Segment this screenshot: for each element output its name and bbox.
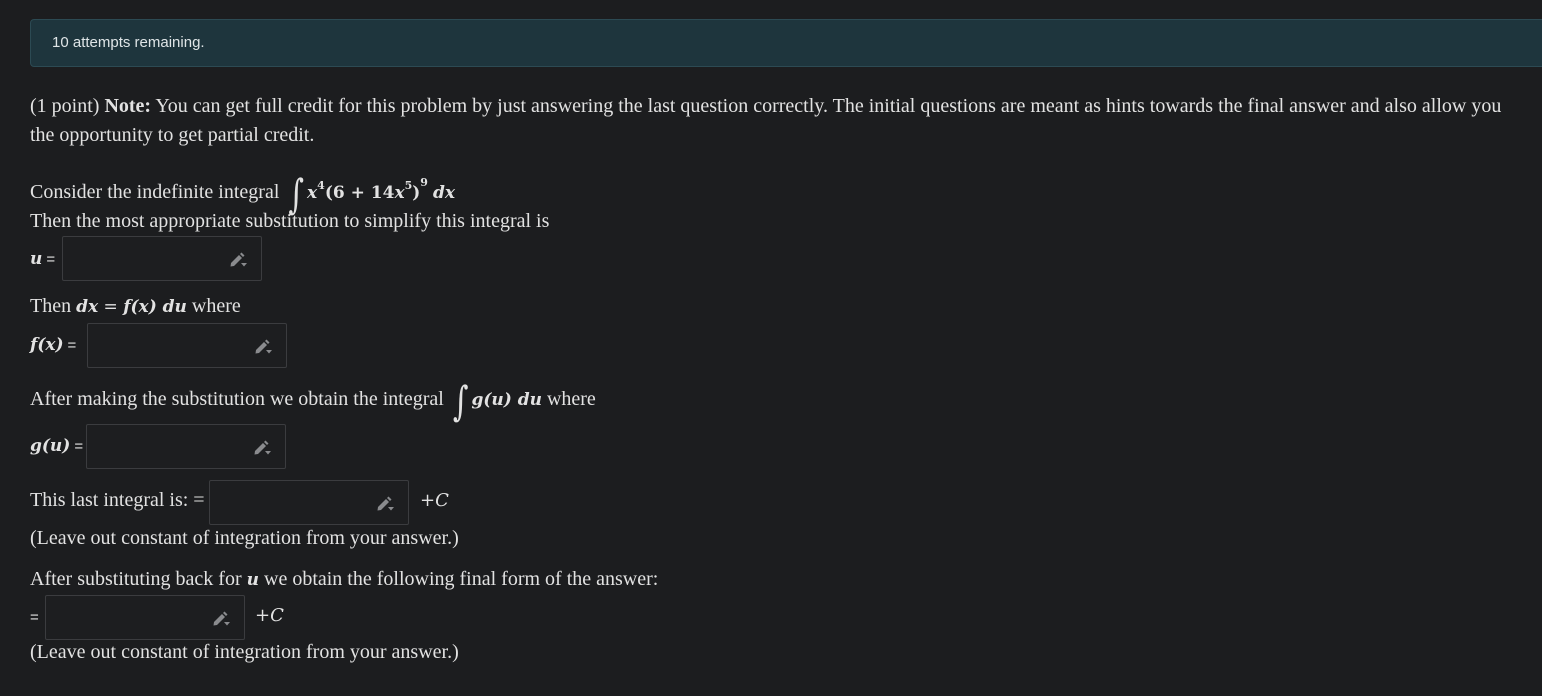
u-field-label: u = <box>30 248 55 271</box>
substitute-back-statement: After substituting back for u we obtain … <box>30 565 658 594</box>
last-integral-label: This last integral is: = <box>30 486 205 514</box>
fx-answer-input[interactable] <box>87 323 287 368</box>
gu-label-var: g(u) <box>30 436 71 456</box>
integral-pow4: 4 <box>317 179 325 192</box>
leave-out-note-1: (Leave out constant of integration from … <box>30 524 459 552</box>
pencil-dropdown-icon[interactable] <box>253 337 273 355</box>
integral-pow9: 9 <box>420 176 428 189</box>
pencil-dropdown-icon[interactable] <box>375 494 395 512</box>
leave-out-text-2: (Leave out constant of integration from … <box>30 641 459 663</box>
pencil-dropdown-icon[interactable] <box>211 609 231 627</box>
dx-fx: (x) <box>130 297 157 317</box>
final-answer-input[interactable] <box>45 595 245 640</box>
dx-text-after: where <box>186 295 241 317</box>
dx-lhs: dx <box>76 297 99 317</box>
fx-label-equals: = <box>67 337 77 354</box>
dx-statement: Then dx = f(x) du where <box>30 292 241 321</box>
problem-note-line-2: the opportunity to get partial credit. <box>30 121 314 149</box>
fx-field-label: f(x) = <box>30 334 76 357</box>
integral-x2: x <box>394 183 405 203</box>
integral-sign-icon: ∫ <box>452 378 469 426</box>
integral-intro: Consider the indefinite integral <box>30 181 280 203</box>
after-sub-text: After making the substitution we obtain … <box>30 388 444 410</box>
gu-label-equals: = <box>74 438 84 455</box>
final-label-equals: = <box>30 609 39 626</box>
after-sub-math: g(u) du <box>471 390 542 410</box>
substitute-back-var: u <box>246 570 259 590</box>
plus-c-2: +C <box>255 605 284 626</box>
pencil-dropdown-icon[interactable] <box>252 438 272 456</box>
integral-x: x <box>307 183 318 203</box>
fx-label-var: f(x) <box>30 335 64 355</box>
integral-inner: (6 + 14 <box>324 183 395 203</box>
note-text-2: the opportunity to get partial credit. <box>30 124 315 146</box>
last-integral-text: This last integral is: = <box>30 489 205 511</box>
attempts-banner: 10 attempts remaining. <box>30 19 1542 67</box>
plus-c-1: +C <box>420 490 449 511</box>
u-answer-input[interactable] <box>62 236 262 281</box>
leave-out-text-1: (Leave out constant of integration from … <box>30 527 459 549</box>
substitute-back-after: we obtain the following final form of th… <box>259 568 659 590</box>
substitute-back-before: After substituting back for <box>30 568 247 590</box>
integral-dx: dx <box>432 183 455 203</box>
points-text: (1 point) <box>30 95 105 117</box>
gu-answer-input[interactable] <box>86 424 286 469</box>
attempts-text: 10 attempts remaining. <box>52 34 205 51</box>
integral-statement: Consider the indefinite integral ∫ x4(6 +… <box>30 169 455 215</box>
note-label: Note: <box>104 95 152 117</box>
after-sub-where: where <box>541 388 596 410</box>
dx-du: du <box>156 297 187 317</box>
leave-out-note-2: (Leave out constant of integration from … <box>30 638 459 666</box>
dx-f: f <box>123 297 131 317</box>
problem-note-line-1: (1 point) Note: You can get full credit … <box>30 92 1501 120</box>
dx-eq: = <box>98 297 124 317</box>
gu-field-label: g(u) = <box>30 435 83 458</box>
substitution-text: Then the most appropriate substitution t… <box>30 210 550 232</box>
after-substitution-statement: After making the substitution we obtain … <box>30 382 596 422</box>
last-integral-answer-input[interactable] <box>209 480 409 525</box>
substitution-prompt: Then the most appropriate substitution t… <box>30 207 549 235</box>
dx-text-before: Then <box>30 295 77 317</box>
note-text-1: You can get full credit for this problem… <box>151 95 1502 117</box>
u-label-equals: = <box>46 251 56 268</box>
u-label-var: u <box>30 249 43 269</box>
final-answer-label: = <box>30 606 39 629</box>
pencil-dropdown-icon[interactable] <box>228 250 248 268</box>
